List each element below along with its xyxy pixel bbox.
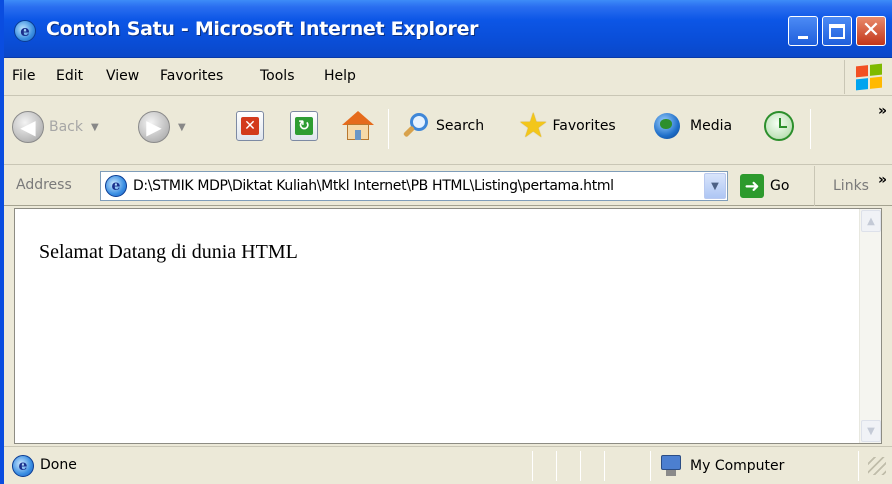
status-pane-separator <box>580 451 581 481</box>
title-bar[interactable]: e Contoh Satu - Microsoft Internet Explo… <box>4 0 892 58</box>
minimize-button[interactable] <box>788 16 818 46</box>
media-icon <box>654 111 688 141</box>
links-toolbar[interactable]: Links <box>814 166 869 206</box>
go-arrow-icon: ➜ <box>740 174 764 198</box>
history-button[interactable] <box>764 111 794 141</box>
back-dropdown-icon[interactable]: ▼ <box>91 122 99 133</box>
menu-help[interactable]: Help <box>324 68 356 84</box>
vertical-scrollbar[interactable]: ▲ ▼ <box>859 209 881 443</box>
standard-toolbar: ◀ Back ▼ ▶ ▼ ✕ ↻ Search ★ Favorites Medi… <box>4 97 892 165</box>
stop-icon: ✕ <box>241 117 259 135</box>
media-label: Media <box>690 118 733 134</box>
my-computer-icon <box>660 455 682 477</box>
security-zone: My Computer <box>660 455 784 477</box>
favorites-button[interactable]: ★ Favorites <box>518 106 616 146</box>
refresh-button[interactable]: ↻ <box>290 111 318 141</box>
resize-grip-icon[interactable] <box>868 457 886 475</box>
zone-label: My Computer <box>690 458 785 474</box>
status-pane-separator <box>604 451 605 481</box>
search-icon <box>402 111 430 141</box>
windows-logo-icon <box>844 60 892 94</box>
menu-edit[interactable]: Edit <box>56 68 83 84</box>
back-button[interactable]: ◀ Back ▼ <box>12 111 99 143</box>
stop-button[interactable]: ✕ <box>236 111 264 141</box>
address-label: Address <box>16 177 72 193</box>
address-dropdown-icon[interactable]: ▼ <box>704 173 726 199</box>
maximize-button[interactable] <box>822 16 852 46</box>
ie-icon[interactable]: e <box>14 20 36 42</box>
menu-view[interactable]: View <box>106 68 139 84</box>
browser-window: e Contoh Satu - Microsoft Internet Explo… <box>0 0 892 484</box>
forward-arrow-icon: ▶ <box>138 111 170 143</box>
links-overflow-chevron[interactable]: » <box>878 172 887 188</box>
close-button[interactable]: ✕ <box>856 16 886 46</box>
search-label: Search <box>436 118 485 134</box>
status-bar: e Done My Computer <box>4 446 892 484</box>
back-arrow-icon: ◀ <box>12 111 44 143</box>
status-pane-separator <box>532 451 533 481</box>
menu-favorites[interactable]: Favorites <box>160 68 223 84</box>
go-label: Go <box>770 178 790 194</box>
home-icon <box>342 111 374 141</box>
close-icon: ✕ <box>861 18 881 43</box>
favorites-label: Favorites <box>552 118 616 134</box>
toolbar-separator <box>388 109 389 149</box>
toolbar-separator <box>810 109 811 149</box>
forward-dropdown-icon[interactable]: ▼ <box>178 122 186 133</box>
status-pane-separator <box>556 451 557 481</box>
toolbar-overflow-chevron[interactable]: » <box>878 103 887 119</box>
minimize-icon <box>798 35 808 39</box>
address-field[interactable]: e D:\STMIK MDP\Diktat Kuliah\Mtkl Intern… <box>100 171 728 201</box>
home-button[interactable] <box>342 111 374 141</box>
history-icon <box>764 111 794 141</box>
media-button[interactable]: Media <box>654 111 732 141</box>
menu-file[interactable]: File <box>12 68 35 84</box>
menu-bar: File Edit View Favorites Tools Help <box>4 58 892 96</box>
scroll-down-icon[interactable]: ▼ <box>861 420 881 442</box>
address-value[interactable]: D:\STMIK MDP\Diktat Kuliah\Mtkl Internet… <box>133 178 704 194</box>
status-pane-separator <box>858 451 859 481</box>
back-label: Back <box>49 119 83 135</box>
refresh-icon: ↻ <box>295 117 313 135</box>
links-label: Links <box>833 178 869 194</box>
favorites-star-icon: ★ <box>518 106 549 146</box>
search-button[interactable]: Search <box>402 111 484 141</box>
menu-tools[interactable]: Tools <box>260 68 295 84</box>
page-text: Selamat Datang di dunia HTML <box>39 241 298 263</box>
address-bar: Address e D:\STMIK MDP\Diktat Kuliah\Mtk… <box>4 166 892 206</box>
page-icon: e <box>105 175 127 197</box>
scroll-up-icon[interactable]: ▲ <box>861 210 881 232</box>
forward-button[interactable]: ▶ ▼ <box>138 111 186 143</box>
go-button[interactable]: ➜ Go <box>740 174 789 198</box>
maximize-icon <box>829 23 845 39</box>
status-pane-separator <box>650 451 651 481</box>
page-content: Selamat Datang di dunia HTML ▲ ▼ <box>14 208 882 444</box>
window-title: Contoh Satu - Microsoft Internet Explore… <box>46 18 479 40</box>
status-text: Done <box>40 457 77 473</box>
status-page-icon: e <box>12 455 34 477</box>
